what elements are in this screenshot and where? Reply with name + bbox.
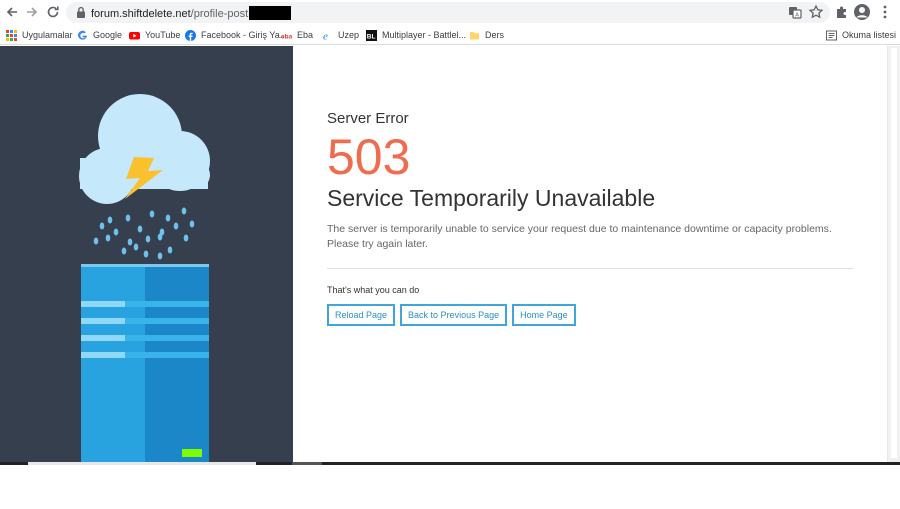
bookmark-label: YouTube — [145, 30, 181, 40]
bookmark-label: Eba — [297, 30, 314, 40]
url-path: /profile-post — [190, 8, 249, 20]
kebab-menu-icon[interactable] — [876, 3, 894, 21]
horizontal-scrollbar-segment — [292, 462, 322, 465]
illustration-panel — [0, 46, 293, 462]
lock-icon[interactable] — [76, 6, 86, 19]
url-text[interactable]: forum.shiftdelete.net/profile-post — [91, 6, 292, 20]
action-buttons: Reload Page Back to Previous Page Home P… — [327, 304, 857, 326]
bookmark-uygulamalar[interactable]: Uygulamalar — [6, 27, 73, 43]
youtube-icon — [129, 31, 140, 39]
bookmark-label: Multiplayer - Battlel... — [382, 30, 467, 40]
scrollbar-thumb[interactable] — [891, 48, 897, 458]
edge-icon: e — [323, 30, 328, 41]
bookmark-label: Uygulamalar — [22, 30, 73, 40]
reading-list[interactable]: Okuma listesi — [826, 27, 896, 43]
bl-icon: BL — [366, 29, 377, 41]
cloud-icon — [79, 94, 210, 204]
back-arrow-icon[interactable] — [4, 4, 20, 20]
bookmark-label: Uzep — [338, 30, 360, 40]
error-description: The server is temporarily unable to serv… — [327, 223, 832, 250]
svg-text:eba: eba — [281, 33, 292, 40]
svg-text:BL: BL — [367, 33, 376, 40]
reading-list-label: Okuma listesi — [842, 30, 897, 40]
bookmark-eba[interactable]: eba Eba — [281, 27, 313, 43]
bookmark-multiplayer[interactable]: BL Multiplayer - Battlel... — [366, 27, 466, 43]
folder-icon — [470, 31, 479, 39]
bookmark-uzep[interactable]: e Uzep — [322, 27, 359, 43]
error-content: Server Error 503 Service Temporarily Una… — [327, 110, 857, 326]
divider — [327, 268, 853, 269]
server-tower-icon — [81, 264, 209, 462]
server-rain-illustration — [79, 94, 210, 462]
reload-icon[interactable] — [45, 4, 61, 20]
error-page: Server Error 503 Service Temporarily Una… — [0, 46, 887, 462]
error-title: Service Temporarily Unavailable — [327, 185, 656, 211]
bookmarks-bar: Uygulamalar Google YouTube Facebook - Gi… — [0, 25, 900, 45]
status-led — [182, 449, 202, 457]
error-code: 503 — [327, 129, 411, 185]
url-host: forum.shiftdelete.net — [91, 8, 191, 20]
profile-avatar-icon[interactable] — [853, 3, 871, 21]
address-bar[interactable]: forum.shiftdelete.net/profile-post A — [66, 2, 830, 23]
svg-text:e: e — [323, 30, 328, 41]
bookmark-label: Google — [93, 30, 123, 40]
translate-icon[interactable]: A — [786, 3, 804, 21]
reload-page-button[interactable]: Reload Page — [327, 304, 396, 326]
bookmark-label: Ders — [485, 30, 505, 40]
home-page-button[interactable]: Home Page — [512, 304, 576, 326]
extensions-puzzle-icon[interactable] — [833, 3, 851, 21]
actions-subhead: That's what you can do — [327, 285, 420, 295]
redacted-block — [249, 6, 292, 20]
horizontal-scrollbar-thumb[interactable] — [28, 462, 256, 465]
eba-icon: eba — [281, 33, 292, 40]
browser-toolbar: forum.shiftdelete.net/profile-post A — [0, 0, 900, 25]
reading-list-icon — [826, 30, 837, 40]
svg-text:A: A — [795, 13, 799, 19]
facebook-icon — [185, 29, 196, 41]
bookmark-label: Facebook - Giriş Ya... — [201, 30, 288, 40]
apps-grid-icon — [6, 29, 17, 41]
rain-drops-icon — [93, 207, 195, 260]
bookmark-youtube[interactable]: YouTube — [129, 27, 180, 43]
bookmark-google[interactable]: Google — [77, 27, 122, 43]
vertical-scrollbar[interactable] — [887, 46, 900, 462]
bookmark-facebook[interactable]: Facebook - Giriş Ya... — [185, 27, 287, 43]
error-label: Server Error — [327, 110, 409, 127]
google-icon — [78, 30, 87, 40]
bookmark-ders[interactable]: Ders — [469, 27, 504, 43]
back-to-previous-page-button[interactable]: Back to Previous Page — [400, 304, 508, 326]
forward-arrow-icon[interactable] — [24, 4, 40, 20]
horizontal-scrollbar[interactable] — [0, 462, 900, 465]
star-bookmark-icon[interactable] — [807, 3, 825, 21]
